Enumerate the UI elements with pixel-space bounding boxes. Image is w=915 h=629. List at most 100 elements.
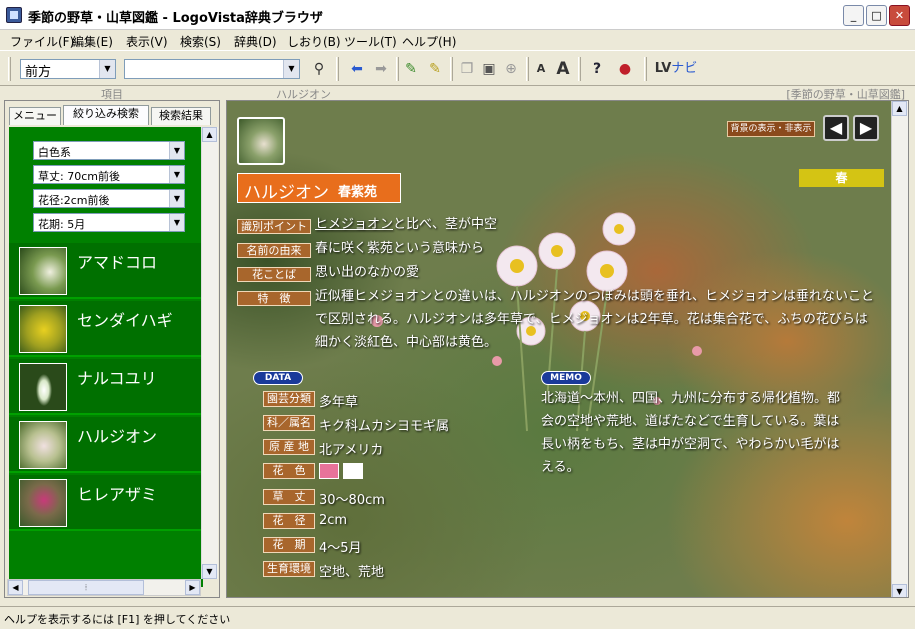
menu-search[interactable]: 検索(S) <box>180 33 221 50</box>
scroll-down-icon[interactable]: ▼ <box>202 564 217 579</box>
plant-name: ヒレアザミ <box>77 485 158 504</box>
font-small-icon[interactable]: A <box>530 59 552 79</box>
data-value-habitat: 空地、荒地 <box>319 565 385 580</box>
marker-icon[interactable]: ✎ <box>400 59 422 79</box>
toolbar-grip[interactable] <box>450 57 453 81</box>
flower-color-swatch-pink <box>319 463 339 479</box>
flower-color-swatch-white <box>343 463 363 479</box>
menu-bookmark[interactable]: しおり(B) <box>287 33 341 50</box>
entry-name-box: ハルジオン 春紫苑 <box>237 173 401 203</box>
minimize-button[interactable]: _ <box>843 5 864 26</box>
data-label-flower-color: 花 色 <box>263 463 315 479</box>
history-combo[interactable]: 前方 ▼ <box>20 59 116 80</box>
chevron-down-icon[interactable]: ▼ <box>169 190 184 207</box>
scroll-up-icon[interactable]: ▲ <box>892 101 907 116</box>
binoculars-icon[interactable]: ⚲ <box>308 59 330 79</box>
diameter-filter-select[interactable]: 花径:2cm前後 ▼ <box>33 189 185 208</box>
left-header: 項目 <box>4 86 220 101</box>
toolbar-grip[interactable] <box>336 57 339 81</box>
title-bar: 季節の野草・山草図鑑 - LogoVista辞典ブラウザ _ □ ✕ <box>0 0 915 30</box>
menu-edit[interactable]: 編集(E) <box>72 33 113 50</box>
toolbar-grip[interactable] <box>578 57 581 81</box>
data-value-height: 30〜80cm <box>319 493 385 508</box>
plant-thumbnail <box>19 247 67 295</box>
toggle-background-button[interactable]: 背景の表示・非表示 <box>727 121 815 137</box>
plant-list-item[interactable]: ナルコユリ <box>9 359 203 415</box>
period-filter-value: 花期: 5月 <box>38 218 86 231</box>
help-pointer-icon[interactable]: ? <box>586 59 608 79</box>
scroll-down-icon[interactable]: ▼ <box>892 584 907 597</box>
menu-tools[interactable]: ツール(T) <box>344 33 397 50</box>
scroll-left-icon[interactable]: ◀ <box>8 580 23 595</box>
tab-strip: メニュー 絞り込み検索 検索結果 <box>7 105 219 125</box>
toolbar-grip[interactable] <box>644 57 647 81</box>
font-large-icon[interactable]: A <box>552 59 574 79</box>
copy-icon[interactable]: ❐ <box>456 59 478 79</box>
next-entry-button[interactable]: ▶ <box>853 115 879 141</box>
left-panel: メニュー 絞り込み検索 検索結果 白色系 ▼ 草丈: 70cm前後 ▼ 花径:2cm… <box>4 100 220 598</box>
tab-menu[interactable]: メニュー <box>9 107 61 125</box>
previous-entry-button[interactable]: ◀ <box>823 115 849 141</box>
image-icon[interactable]: ▣ <box>478 59 500 79</box>
plant-list-item[interactable]: センダイハギ <box>9 301 203 357</box>
plant-photo-thumbnail[interactable] <box>237 117 285 165</box>
link-himejoon[interactable]: ヒメジョオン <box>315 217 393 232</box>
chevron-down-icon[interactable]: ▼ <box>99 60 115 78</box>
height-filter-value: 草丈: 70cm前後 <box>38 170 120 183</box>
scroll-up-icon[interactable]: ▲ <box>202 127 217 142</box>
data-badge: DATA <box>253 371 303 385</box>
plant-thumbnail <box>19 305 67 353</box>
period-filter-select[interactable]: 花期: 5月 ▼ <box>33 213 185 232</box>
features-text: 近似種ヒメジョオンとの違いは、ハルジオンのつぼみは頭を垂れ、ヒメジョオンは垂れな… <box>315 289 875 350</box>
maximize-button[interactable]: □ <box>866 5 887 26</box>
plant-list-item[interactable]: ハルジオン <box>9 417 203 473</box>
left-horizontal-scrollbar[interactable]: ◀ ⦙ ▶ <box>7 579 201 596</box>
menu-view[interactable]: 表示(V) <box>126 33 168 50</box>
data-label-origin: 原 産 地 <box>263 439 315 455</box>
chevron-down-icon[interactable]: ▼ <box>169 142 184 159</box>
data-label-period: 花 期 <box>263 537 315 553</box>
color-filter-value: 白色系 <box>38 146 71 159</box>
tab-results[interactable]: 検索結果 <box>151 107 211 125</box>
memo-text: 北海道〜本州、四国、九州に分布する帰化植物。都会の空地や荒地、道ばたなどで生育し… <box>541 391 841 475</box>
height-filter-select[interactable]: 草丈: 70cm前後 ▼ <box>33 165 185 184</box>
chevron-down-icon[interactable]: ▼ <box>283 60 299 78</box>
menu-dictionary[interactable]: 辞典(D) <box>234 33 277 50</box>
zoom-icon[interactable]: ⊕ <box>500 59 522 79</box>
tab-filter-search[interactable]: 絞り込み検索 <box>63 105 149 125</box>
data-value-origin: 北アメリカ <box>319 443 384 458</box>
chevron-down-icon[interactable]: ▼ <box>169 214 184 231</box>
scroll-right-icon[interactable]: ▶ <box>185 580 200 595</box>
plant-thumbnail <box>19 479 67 527</box>
data-value-period: 4〜5月 <box>319 541 362 556</box>
search-input[interactable]: ▼ <box>124 59 300 79</box>
plant-thumbnail <box>19 421 67 469</box>
forward-arrow-icon[interactable]: ➡ <box>370 59 392 79</box>
data-value-category: 多年草 <box>319 395 359 410</box>
status-text: ヘルプを表示するには [F1] を押してください <box>4 613 231 626</box>
chevron-down-icon[interactable]: ▼ <box>169 166 184 183</box>
plant-name: センダイハギ <box>77 311 173 330</box>
content-vertical-scrollbar[interactable]: ▲ ▼ <box>891 101 908 597</box>
window-title: 季節の野草・山草図鑑 - LogoVista辞典ブラウザ <box>28 11 323 26</box>
data-label-family: 科／属名 <box>263 415 315 431</box>
app-book-icon[interactable] <box>6 7 22 23</box>
menu-help[interactable]: ヘルプ(H) <box>402 33 456 50</box>
plant-list-item[interactable]: アマドコロ <box>9 243 203 299</box>
plant-list-item[interactable]: ヒレアザミ <box>9 475 203 531</box>
scroll-thumb[interactable]: ⦙ <box>28 580 144 595</box>
toolbar-grip[interactable] <box>526 57 529 81</box>
data-label-height: 草 丈 <box>263 489 315 505</box>
color-filter-select[interactable]: 白色系 ▼ <box>33 141 185 160</box>
app-window: 季節の野草・山草図鑑 - LogoVista辞典ブラウザ _ □ ✕ ファイル(… <box>0 0 915 629</box>
left-vertical-scrollbar[interactable]: ▲ ▼ <box>201 127 218 579</box>
menu-file[interactable]: ファイル(F) <box>10 33 74 50</box>
lv-navi-button[interactable]: LVナビ <box>654 59 698 79</box>
identification-label: 識別ポイント <box>237 219 311 234</box>
close-button[interactable]: ✕ <box>889 5 910 26</box>
stop-icon[interactable]: ● <box>614 59 636 79</box>
toolbar-grip[interactable] <box>8 57 11 81</box>
back-arrow-icon[interactable]: ⬅ <box>346 59 368 79</box>
highlighter-icon[interactable]: ✎ <box>424 59 446 79</box>
toolbar-grip[interactable] <box>396 57 399 81</box>
